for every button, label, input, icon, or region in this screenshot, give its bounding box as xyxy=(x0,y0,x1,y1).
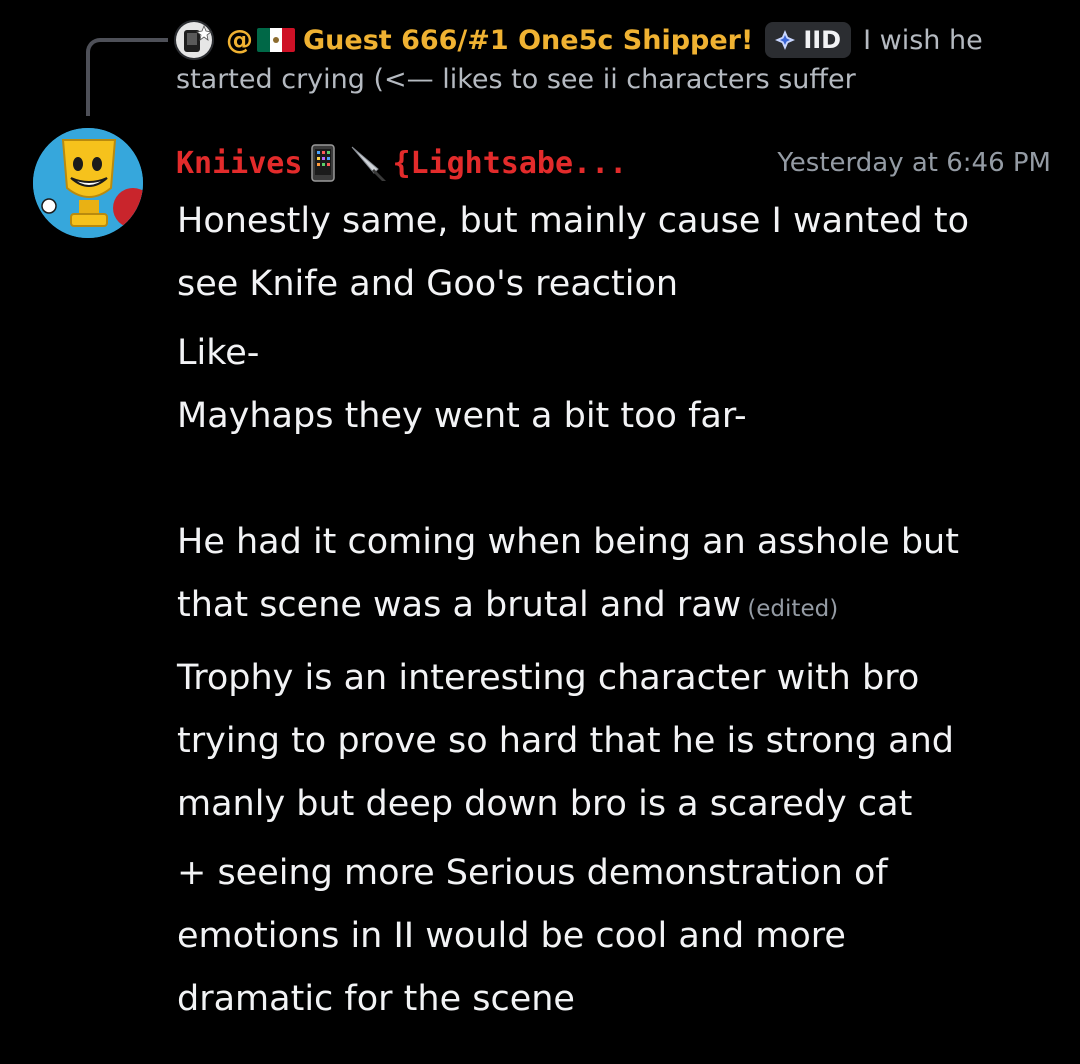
reply-text-line2[interactable]: started crying (<— likes to see ii chara… xyxy=(176,64,856,95)
server-tag[interactable]: IID xyxy=(765,22,852,58)
message-line: + seeing more Serious demonstration of xyxy=(177,853,888,893)
reply-connector-line xyxy=(86,38,168,116)
reply-text-line1[interactable]: I wish he xyxy=(863,25,983,56)
message-block-3[interactable]: Trophy is an interesting character with … xyxy=(177,647,1057,836)
message-block-2[interactable]: Like- Mayhaps they went a bit too far- H… xyxy=(177,322,1057,641)
message-line: see Knife and Goo's reaction xyxy=(177,264,679,304)
message-content: Honestly same, but mainly cause I wanted… xyxy=(177,190,1057,1031)
message-line: trying to prove so hard that he is stron… xyxy=(177,721,954,761)
message-line: He had it coming when being an asshole b… xyxy=(177,522,959,562)
knife-icon xyxy=(352,146,387,181)
server-tag-label: IID xyxy=(803,26,842,54)
message-line: Honestly same, but mainly cause I wanted… xyxy=(177,201,969,241)
reply-avatar[interactable] xyxy=(174,20,214,60)
message-header: Kniives {Lightsabe... Yesterday at 6:46 xyxy=(176,138,1051,188)
reply-author-name: Guest 666/#1 One5c Shipper! xyxy=(303,24,754,56)
reply-author[interactable]: @ Guest 666/#1 One5c Shipper! xyxy=(226,25,753,56)
reply-author-prefix: @ xyxy=(226,24,253,56)
message-line: dramatic for the scene xyxy=(177,979,575,1019)
message-line-last: that scene was a brutal and raw (edited) xyxy=(177,574,1057,641)
username-part2: {Lightsabe... xyxy=(392,145,628,181)
message-container: @ Guest 666/#1 One5c Shipper! IID I wish… xyxy=(0,0,1080,1064)
username[interactable]: Kniives {Lightsabe... xyxy=(176,143,627,183)
message-line-text: that scene was a brutal and raw xyxy=(177,585,742,625)
edited-label: (edited) xyxy=(747,596,839,622)
message-block-4[interactable]: + seeing more Serious demonstration of e… xyxy=(177,842,1057,1031)
reply-header: @ Guest 666/#1 One5c Shipper! IID I wish… xyxy=(226,18,983,62)
message-block-1[interactable]: Honestly same, but mainly cause I wanted… xyxy=(177,190,1057,316)
message-line: Like- xyxy=(177,333,260,373)
message-line: manly but deep down bro is a scaredy cat xyxy=(177,784,913,824)
avatar[interactable] xyxy=(33,128,143,238)
mexico-flag-icon xyxy=(257,28,295,52)
sparkle-icon xyxy=(775,30,796,50)
mobile-phone-icon xyxy=(311,144,336,182)
username-part1: Kniives xyxy=(176,145,303,181)
message-line: Mayhaps they went a bit too far- xyxy=(177,396,747,436)
message-line: Trophy is an interesting character with … xyxy=(177,658,920,698)
timestamp[interactable]: Yesterday at 6:46 PM xyxy=(777,148,1051,178)
message-line: emotions in II would be cool and more xyxy=(177,916,846,956)
